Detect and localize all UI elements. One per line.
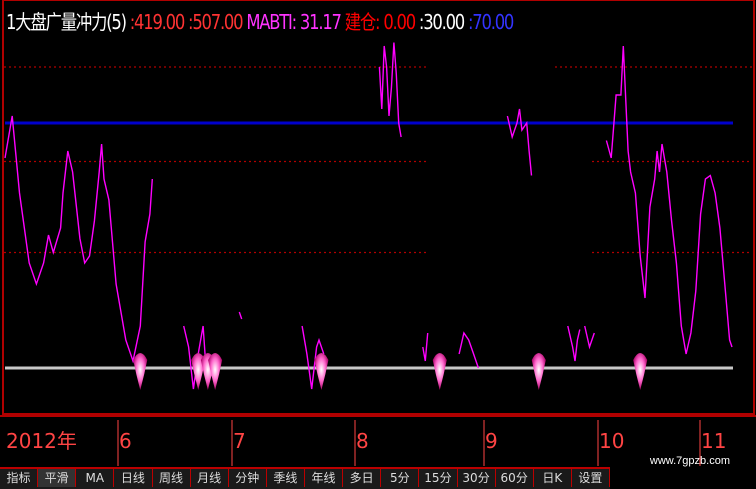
- signal-marker-4: [314, 353, 329, 390]
- tab-7[interactable]: 季线: [267, 469, 305, 487]
- tab-0[interactable]: 指标: [0, 469, 39, 487]
- tab-5[interactable]: 月线: [191, 469, 229, 487]
- tab-6[interactable]: 分钟: [229, 469, 267, 487]
- x-label-6: 11: [701, 429, 726, 453]
- mabti-value: MABTI: 31.17: [246, 10, 342, 34]
- tab-9[interactable]: 多日: [343, 469, 382, 487]
- tab-14[interactable]: 日K: [534, 469, 572, 487]
- x-label-0: 2012年: [6, 429, 77, 453]
- value-1: :419.00: [129, 10, 186, 34]
- series-segment-6: [458, 331, 480, 369]
- tab-8[interactable]: 年线: [305, 469, 344, 487]
- series-segment-0: [4, 115, 153, 364]
- tab-1[interactable]: 平滑: [38, 469, 77, 487]
- chart-area: 2012年 6 7 8 9 10 11: [0, 0, 756, 466]
- value-2: :507.00: [188, 10, 244, 34]
- tab-12[interactable]: 30分: [458, 469, 496, 487]
- x-label-2: 7: [233, 429, 246, 453]
- watermark-text: www.7gpzb.com: [649, 455, 730, 467]
- series-segment-8: [567, 325, 581, 362]
- tab-2[interactable]: MA: [76, 469, 115, 487]
- x-label-3: 8: [356, 429, 369, 453]
- tab-4[interactable]: 周线: [153, 469, 191, 487]
- tab-15[interactable]: 设置: [572, 469, 610, 487]
- series-segment-10: [605, 45, 733, 355]
- series-segment-2: [238, 311, 243, 320]
- tab-3[interactable]: 日线: [114, 469, 153, 487]
- signal-marker-5: [432, 353, 447, 390]
- series-segment-5: [422, 332, 429, 362]
- x-label-4: 9: [485, 429, 498, 453]
- bottom-tab-bar: 指标 平滑 MA 日线 周线 月线 分钟 季线 年线 多日 5分 15分 30分 60分 日K 设置: [0, 467, 610, 489]
- series-segment-9: [584, 325, 595, 350]
- x-label-5: 10: [599, 429, 624, 453]
- signal-marker-6: [531, 353, 546, 390]
- signal-marker-0: [133, 353, 148, 390]
- header-bar: 1大盘广量冲力(5) :419.00 :507.00 MABTI: 31.17 …: [6, 6, 514, 35]
- jiancang-value: 建仓: 0.00: [344, 10, 416, 34]
- x-label-1: 6: [119, 429, 132, 453]
- tab-11[interactable]: 15分: [419, 469, 458, 487]
- value-4: :70.00: [468, 10, 514, 34]
- signal-marker-7: [633, 353, 648, 390]
- value-3: :30.00: [418, 10, 465, 34]
- indicator-name: 1大盘广量冲力(5): [6, 10, 127, 34]
- chart-frame: [2, 0, 755, 415]
- series-segment-7: [506, 108, 533, 176]
- tab-13[interactable]: 60分: [496, 469, 534, 487]
- tab-10[interactable]: 5分: [381, 469, 420, 487]
